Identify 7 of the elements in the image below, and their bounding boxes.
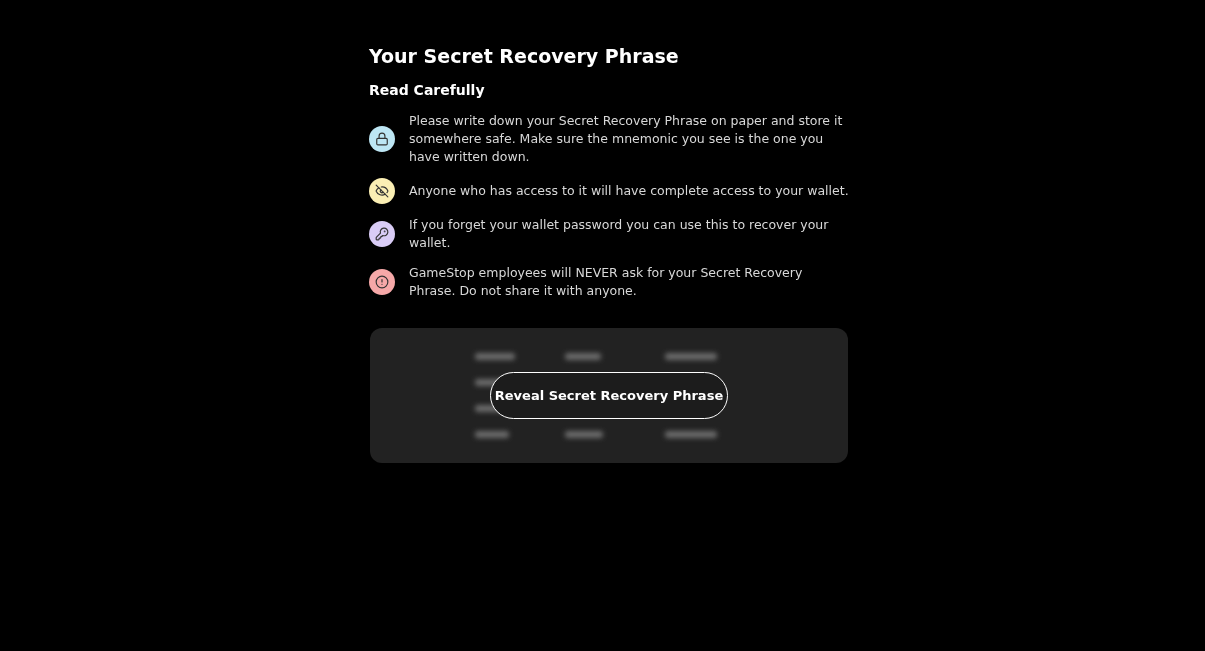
note-text: Please write down your Secret Recovery Phrase on paper and store it somewhere safe. Make sure the mnemonic you see is the one you have written down. <box>409 112 844 166</box>
page-title: Your Secret Recovery Phrase <box>369 44 680 68</box>
note-text: If you forget your wallet password you can use this to recover your wallet. <box>409 216 830 252</box>
note-text: GameStop employees will NEVER ask for your Secret Recovery Phrase. Do not share it with anyone. <box>409 264 804 300</box>
note-text: Anyone who has access to it will have complete access to your wallet. <box>409 182 849 200</box>
reveal-button[interactable]: Reveal Secret Recovery Phrase <box>490 372 728 419</box>
section-heading: Read Carefully <box>369 81 486 100</box>
